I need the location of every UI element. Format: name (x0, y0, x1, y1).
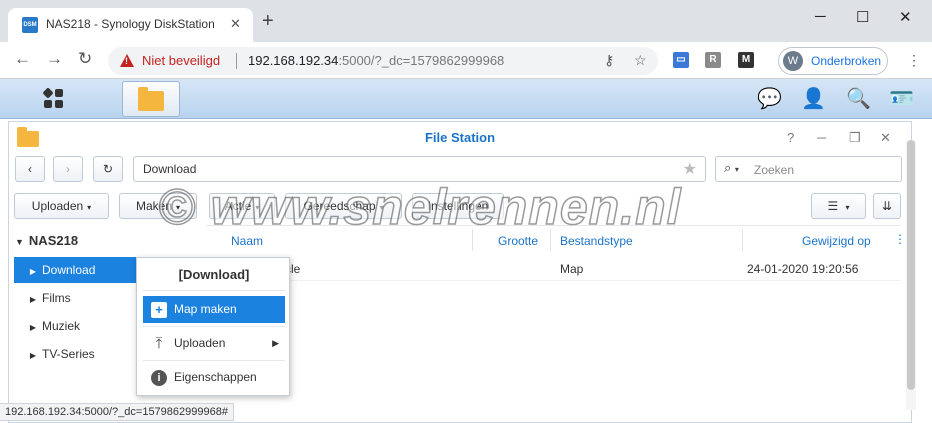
column-size[interactable]: Grootte (498, 234, 538, 248)
new-tab-button[interactable]: + (262, 11, 274, 31)
dsm-taskbar: 💬 👤 🔍 🪪 (0, 79, 932, 119)
browser-toolbar: ← → ↻ ! Niet beveiligd 192.168.192.34:50… (0, 42, 932, 79)
avatar: W (783, 51, 803, 71)
new-folder-icon: + (151, 302, 167, 318)
context-menu-title: [Download] (178, 267, 250, 282)
user-icon[interactable]: 👤 (801, 88, 826, 110)
browser-menu-icon[interactable]: ⋮ (907, 52, 921, 69)
column-name[interactable]: Naam (231, 234, 263, 248)
extension-r-icon[interactable]: R (705, 52, 721, 68)
profile-button[interactable]: W Onderbroken (778, 47, 888, 75)
row-type: Map (560, 262, 584, 276)
scrollbar[interactable] (906, 140, 916, 410)
status-url: 192.168.192.34:5000/?_dc=1579862999968# (0, 403, 234, 421)
tools-button[interactable]: Gereedschap ▾ (285, 193, 402, 219)
sort-button[interactable]: ⇊ (873, 193, 901, 219)
tree-root[interactable]: ▼ NAS218 (15, 233, 78, 248)
window-title: File Station (424, 130, 496, 145)
window-close-icon[interactable]: ✕ (899, 8, 912, 26)
search-icon[interactable]: 🔍 (846, 88, 871, 110)
context-menu: [Download] + Map maken ⤒ Uploaden ▶ i Ei… (136, 257, 290, 396)
favorite-star-icon[interactable]: ★ (683, 159, 697, 179)
address-bar[interactable]: ! Niet beveiligd 192.168.192.34:5000/?_d… (108, 47, 658, 75)
search-icon[interactable]: ⌕ ▾ (724, 160, 739, 176)
main-menu-button[interactable] (20, 81, 110, 117)
upload-icon: ⤒ (155, 335, 163, 352)
browser-tab[interactable]: DSM NAS218 - Synology DiskStation ✕ (8, 8, 253, 42)
profile-label: Onderbroken (811, 54, 882, 68)
browser-tab-strip: DSM NAS218 - Synology DiskStation ✕ + ─ … (0, 0, 932, 42)
menu-item-upload[interactable]: ⤒ Uploaden ▶ (143, 330, 285, 357)
key-icon[interactable]: ⚷ (604, 52, 614, 69)
view-mode-button[interactable]: ☰ ▾ (811, 193, 866, 219)
close-window-icon[interactable]: ✕ (880, 130, 891, 146)
maximize-icon[interactable]: ☐ (856, 8, 869, 26)
minimize-window-icon[interactable]: ─ (817, 130, 826, 145)
search-input[interactable]: ⌕ ▾ Zoeken (715, 156, 902, 182)
submenu-arrow-icon: ▶ (272, 338, 279, 348)
row-modified: 24-01-2020 19:20:56 (747, 262, 859, 276)
upload-button[interactable]: Uploaden ▾ (14, 193, 109, 219)
action-button[interactable]: Actie ▾ (209, 193, 275, 219)
main-menu-icon (42, 87, 64, 109)
restore-window-icon[interactable]: ❐ (849, 130, 861, 146)
widgets-icon[interactable]: 🪪 (889, 88, 914, 110)
bookmark-star-icon[interactable]: ☆ (634, 52, 647, 69)
file-station-task-button[interactable] (122, 81, 180, 117)
help-icon[interactable]: ? (787, 130, 794, 145)
menu-item-create-folder[interactable]: + Map maken (143, 296, 285, 323)
forward-arrow-icon[interactable]: → (46, 50, 63, 68)
forward-button[interactable]: › (53, 156, 83, 182)
refresh-button[interactable]: ↻ (93, 156, 123, 182)
notification-icon[interactable]: 💬 (757, 88, 782, 110)
search-placeholder: Zoeken (754, 163, 795, 177)
file-station-icon (138, 87, 164, 111)
create-button[interactable]: Maken ▾ (119, 193, 197, 219)
menu-item-properties[interactable]: i Eigenschappen (143, 364, 285, 391)
minimize-icon[interactable]: ─ (815, 8, 826, 25)
column-type[interactable]: Bestandstype (560, 234, 633, 248)
column-options-icon[interactable]: ⋮ (894, 232, 906, 246)
scrollbar-thumb[interactable] (907, 140, 915, 390)
url-text[interactable]: 192.168.192.34:5000/?_dc=1579862999968 (248, 53, 504, 68)
back-button[interactable]: ‹ (15, 156, 45, 182)
close-icon[interactable]: ✕ (230, 16, 241, 32)
extension-m-icon[interactable]: M (738, 52, 754, 68)
path-field[interactable]: Download ★ (133, 156, 706, 182)
column-modified[interactable]: Gewijzigd op (802, 234, 871, 248)
reload-icon[interactable]: ↻ (78, 50, 92, 68)
path-text: Download (143, 162, 197, 176)
tab-title: NAS218 - Synology DiskStation (46, 17, 215, 31)
dsm-favicon-icon: DSM (22, 17, 38, 33)
settings-button[interactable]: Instellingen (412, 193, 504, 219)
back-arrow-icon[interactable]: ← (14, 50, 31, 68)
extension-icon[interactable]: ▭ (673, 52, 689, 68)
security-label[interactable]: Niet beveiligd (142, 53, 220, 68)
info-icon: i (151, 370, 167, 386)
